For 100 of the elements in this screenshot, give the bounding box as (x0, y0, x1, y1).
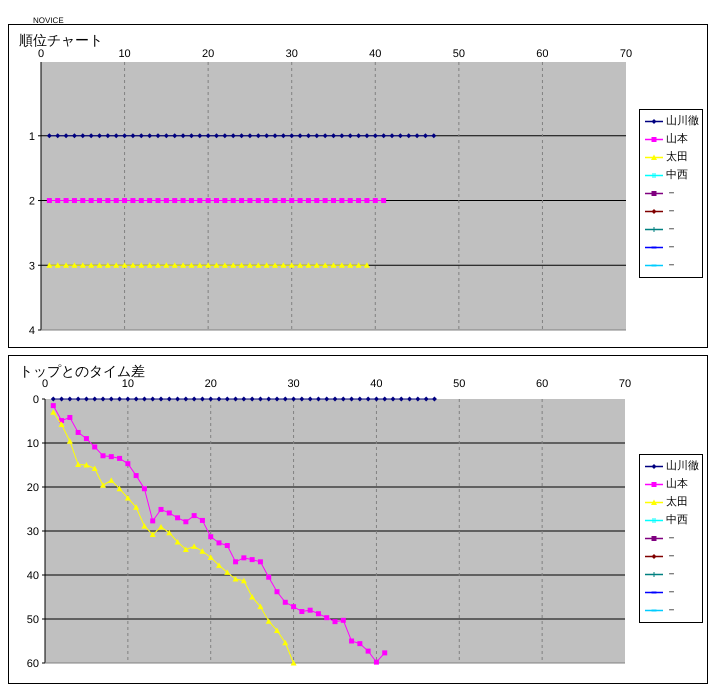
data-point (130, 133, 136, 138)
x-tick-label: 20 (202, 48, 214, 60)
data-point (290, 660, 297, 666)
legend-label: － (666, 587, 677, 598)
data-point (100, 482, 106, 488)
legend-label: － (666, 188, 677, 198)
data-point (432, 396, 437, 402)
data-point (150, 532, 156, 538)
x-tick-label: 10 (122, 378, 134, 390)
data-point (46, 133, 52, 138)
data-point (155, 262, 161, 268)
data-point (348, 133, 353, 138)
data-point (50, 396, 56, 402)
data-point (247, 133, 252, 138)
data-point (299, 609, 304, 614)
data-point (134, 396, 139, 402)
data-point (55, 198, 60, 204)
data-point (141, 523, 148, 529)
data-point (398, 133, 403, 138)
legend-label: 太田 (666, 497, 688, 508)
data-point (246, 262, 253, 268)
data-point (381, 133, 386, 138)
y-tick-label: 20 (26, 482, 39, 494)
y-tick-label: 10 (26, 438, 39, 450)
data-point (364, 198, 370, 204)
data-point (54, 262, 61, 268)
data-point (71, 262, 78, 268)
data-point (291, 396, 296, 402)
data-point (324, 615, 330, 620)
data-point (314, 262, 320, 268)
data-point (206, 198, 211, 204)
data-point (172, 133, 178, 138)
data-point (172, 198, 178, 204)
data-point (250, 396, 255, 402)
data-point (216, 396, 222, 402)
data-point (214, 262, 220, 268)
data-point (331, 133, 336, 138)
data-point (232, 576, 239, 582)
data-point (339, 198, 344, 204)
chart-title: 順位チャート (19, 32, 103, 48)
data-point (117, 396, 122, 402)
data-point (197, 133, 202, 138)
data-point (105, 133, 110, 138)
data-point (166, 530, 172, 536)
data-point (130, 262, 136, 268)
data-point (414, 133, 420, 138)
data-point (289, 198, 294, 204)
legend-label: 中西 (666, 170, 688, 180)
data-point (357, 641, 362, 646)
data-point (84, 396, 89, 402)
legend-marker-icon (645, 154, 663, 160)
data-point (347, 262, 354, 268)
data-point (156, 133, 160, 138)
data-point (374, 660, 379, 665)
data-point (64, 133, 69, 138)
legend-marker-icon (645, 517, 663, 524)
data-point (299, 396, 304, 402)
data-point (240, 578, 247, 584)
data-point (208, 396, 214, 402)
data-point (230, 262, 236, 268)
y-tick-label: 30 (26, 526, 39, 538)
data-point (348, 198, 353, 204)
data-point (374, 396, 379, 402)
data-point (206, 133, 211, 138)
data-point (200, 396, 205, 402)
data-point (97, 133, 102, 138)
data-point (316, 396, 321, 402)
x-tick-label: 40 (370, 378, 383, 390)
data-point (216, 540, 222, 546)
y-tick-label: 60 (26, 658, 39, 670)
data-point (255, 262, 262, 268)
data-point (239, 133, 244, 138)
data-point (356, 262, 362, 268)
data-point (224, 569, 230, 575)
x-tick-label: 50 (453, 378, 466, 390)
data-point (192, 513, 197, 518)
data-point (250, 557, 255, 562)
data-point (372, 198, 378, 204)
y-tick-label: 3 (28, 260, 35, 272)
y-tick-label: 40 (26, 570, 39, 582)
data-point (233, 396, 238, 402)
data-point (264, 198, 270, 204)
data-point (322, 133, 328, 138)
data-point (150, 396, 156, 402)
data-point (366, 396, 371, 402)
data-point (424, 396, 429, 402)
y-tick-label: 4 (28, 325, 35, 337)
x-tick-label: 70 (618, 378, 632, 390)
data-point (356, 133, 362, 138)
data-point (332, 396, 338, 402)
data-point (249, 594, 256, 600)
data-point (138, 198, 144, 204)
data-point (407, 396, 412, 402)
data-point (92, 396, 98, 402)
page-header: NOVICE (33, 16, 64, 25)
data-point (124, 495, 131, 500)
data-point (381, 198, 386, 204)
data-point (282, 396, 288, 402)
legend-label: 山本 (666, 479, 688, 490)
x-tick-label: 20 (204, 378, 217, 390)
